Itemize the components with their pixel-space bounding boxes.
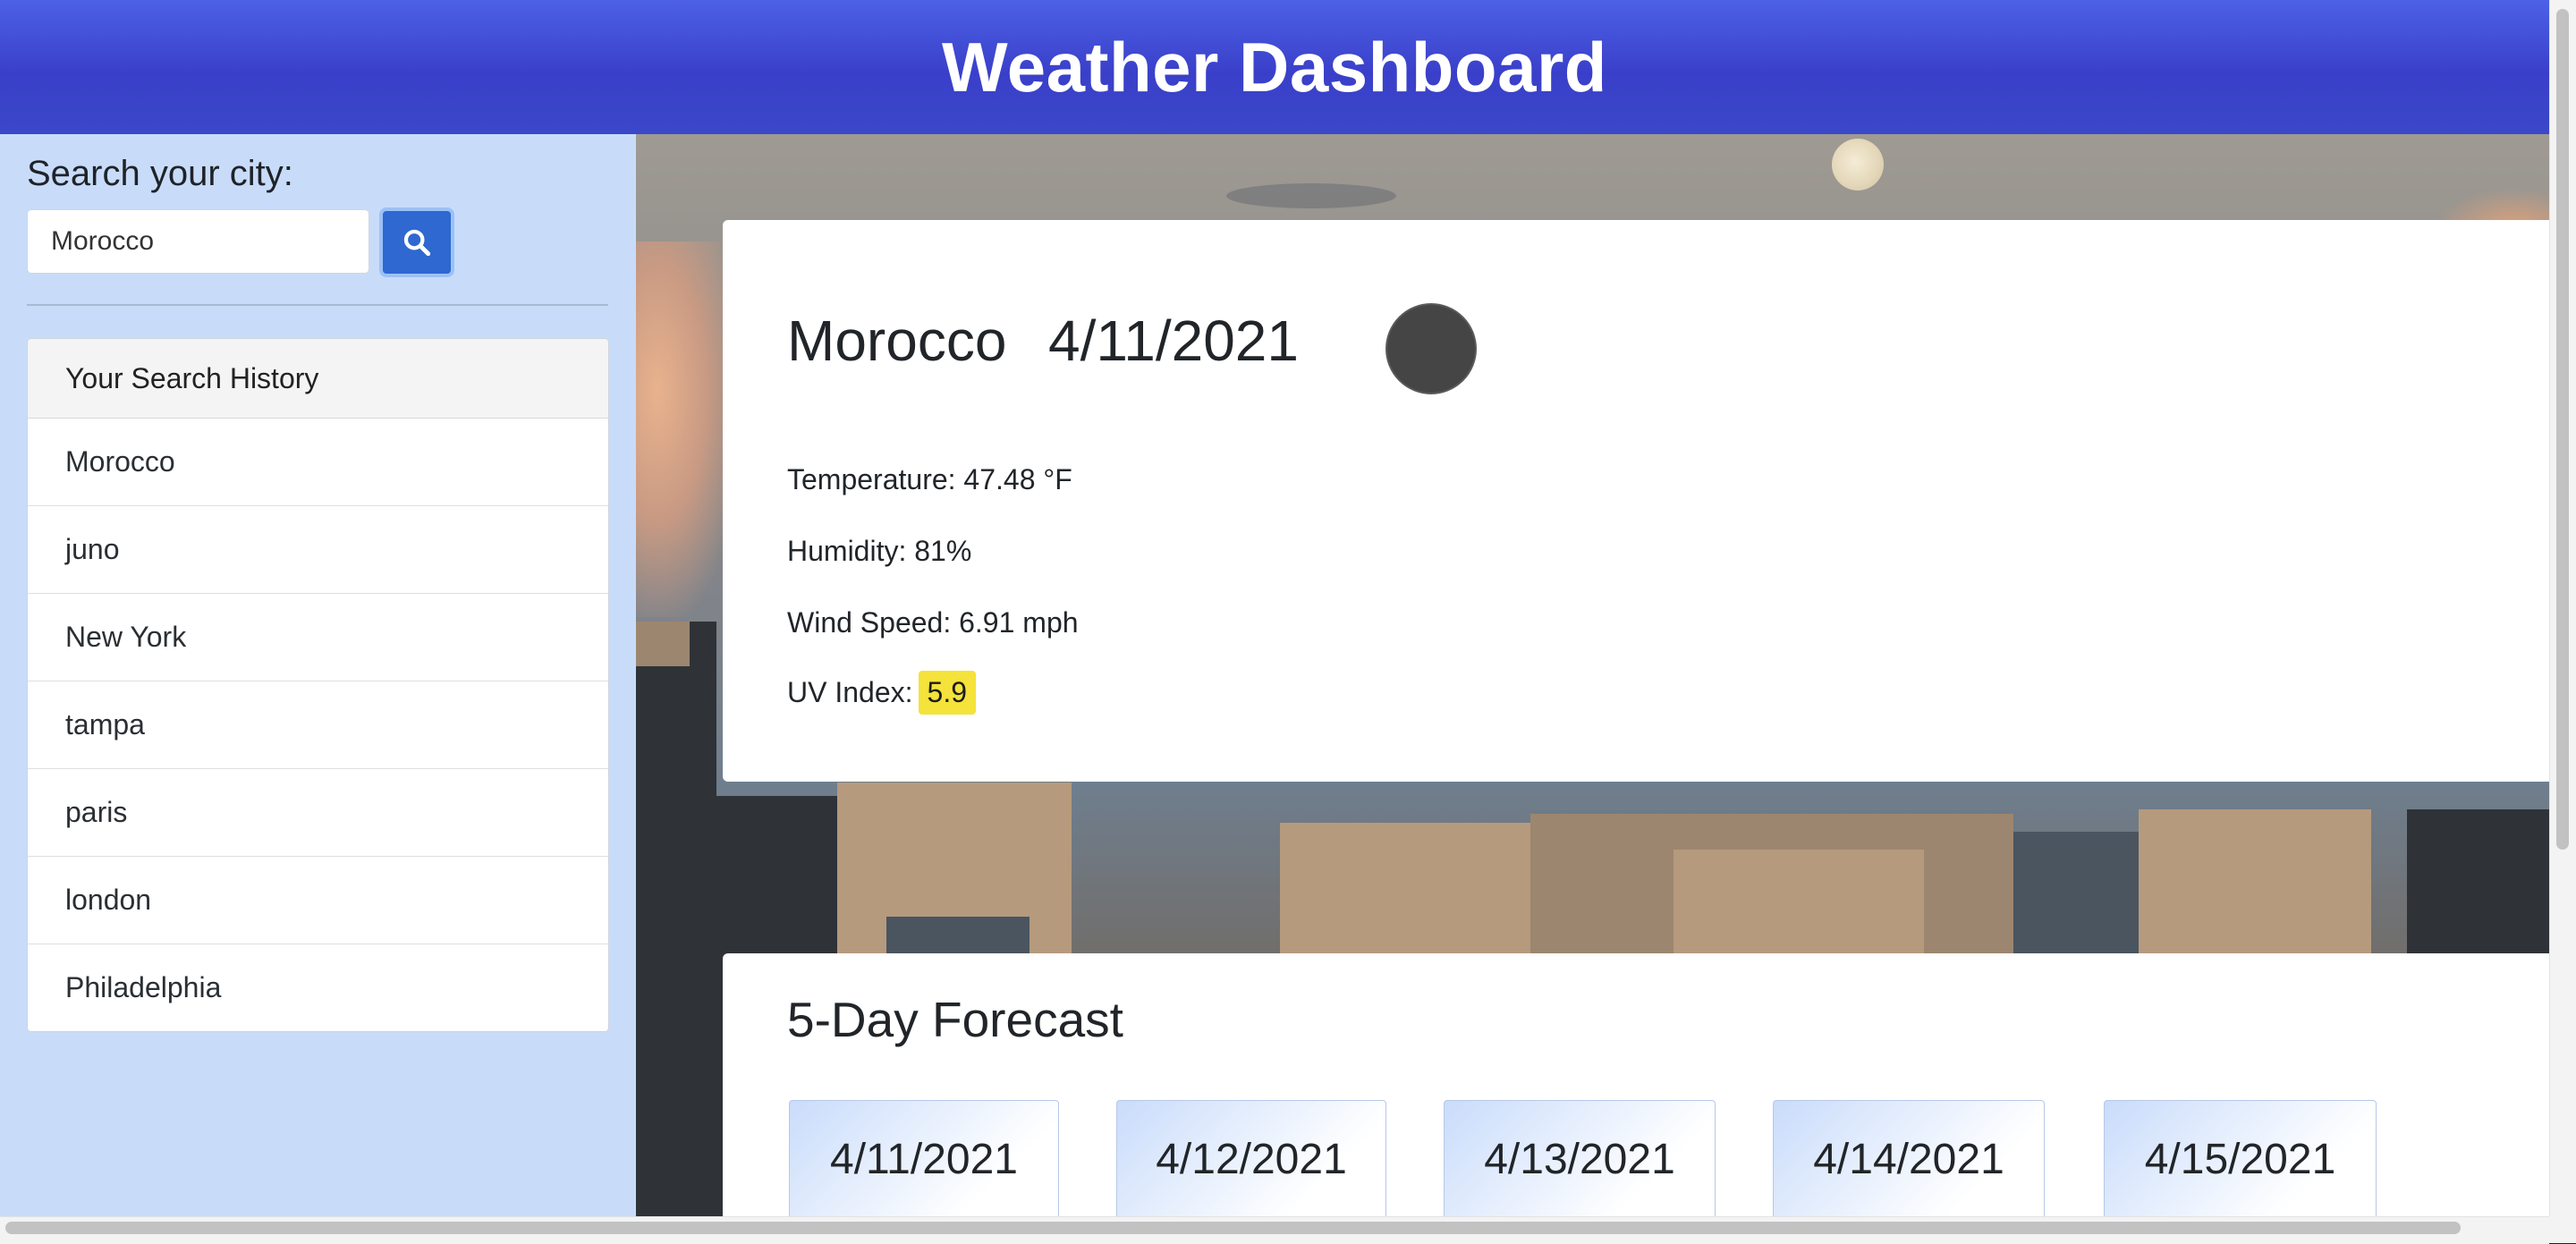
current-weather-card: Morocco 4/11/2021 Temperature: 47.48 °F … xyxy=(723,220,2549,782)
forecast-date: 4/13/2021 xyxy=(1484,1136,1675,1183)
forecast-day-card: 4/11/2021 xyxy=(789,1100,1059,1216)
uv-index-label: UV Index: xyxy=(787,676,913,708)
scrollbar-corner xyxy=(2549,1216,2576,1243)
forecast-day-card: 4/12/2021 xyxy=(1116,1100,1386,1216)
forecast-day-card: 4/13/2021 xyxy=(1444,1100,1716,1216)
search-history-panel: Your Search History Morocco juno New Yor… xyxy=(27,338,609,1032)
history-item-london[interactable]: london xyxy=(28,857,608,944)
page-header: Weather Dashboard xyxy=(0,0,2549,134)
search-history-title: Your Search History xyxy=(28,339,608,419)
horizontal-scrollbar-thumb[interactable] xyxy=(5,1222,2461,1234)
forecast-date: 4/12/2021 xyxy=(1156,1136,1347,1183)
forecast-date: 4/14/2021 xyxy=(1813,1136,2004,1183)
uv-index-badge: 5.9 xyxy=(918,671,976,715)
building xyxy=(636,622,716,1216)
haze-decoration xyxy=(1226,183,1396,208)
wind-speed: Wind Speed: 6.91 mph xyxy=(787,606,1079,639)
temperature: Temperature: 47.48 °F xyxy=(787,463,1072,495)
history-item-tampa[interactable]: tampa xyxy=(28,681,608,769)
search-input[interactable] xyxy=(27,209,369,274)
forecast-card: 5-Day Forecast 4/11/2021 4/12/2021 4/13/… xyxy=(723,953,2549,1216)
history-item-philadelphia[interactable]: Philadelphia xyxy=(28,944,608,1031)
forecast-title: 5-Day Forecast xyxy=(787,992,1123,1047)
forecast-date: 4/11/2021 xyxy=(830,1136,1018,1183)
history-item-new-york[interactable]: New York xyxy=(28,594,608,681)
page-title: Weather Dashboard xyxy=(942,27,1607,106)
uv-index: UV Index: 5.9 xyxy=(787,671,976,715)
history-item-juno[interactable]: juno xyxy=(28,506,608,594)
sidebar: Search your city: Your Search History Mo… xyxy=(0,134,636,1216)
browser-viewport: Weather Dashboard Search your city: Your… xyxy=(0,0,2576,1243)
building xyxy=(636,622,690,666)
current-city: Morocco xyxy=(787,309,1007,373)
moon-decoration xyxy=(1832,139,1884,190)
sidebar-divider xyxy=(27,304,608,306)
search-icon xyxy=(403,229,431,257)
humidity: Humidity: 81% xyxy=(787,535,972,567)
forecast-day-card: 4/14/2021 xyxy=(1773,1100,2045,1216)
current-date: 4/11/2021 xyxy=(1048,309,1299,373)
history-item-paris[interactable]: paris xyxy=(28,769,608,857)
search-label: Search your city: xyxy=(27,154,293,193)
history-item-morocco[interactable]: Morocco xyxy=(28,419,608,506)
forecast-date: 4/15/2021 xyxy=(2144,1136,2336,1183)
weather-condition-icon xyxy=(1385,303,1477,394)
vertical-scrollbar-thumb[interactable] xyxy=(2556,9,2569,850)
search-button[interactable] xyxy=(379,207,454,277)
forecast-day-card: 4/15/2021 xyxy=(2104,1100,2377,1216)
